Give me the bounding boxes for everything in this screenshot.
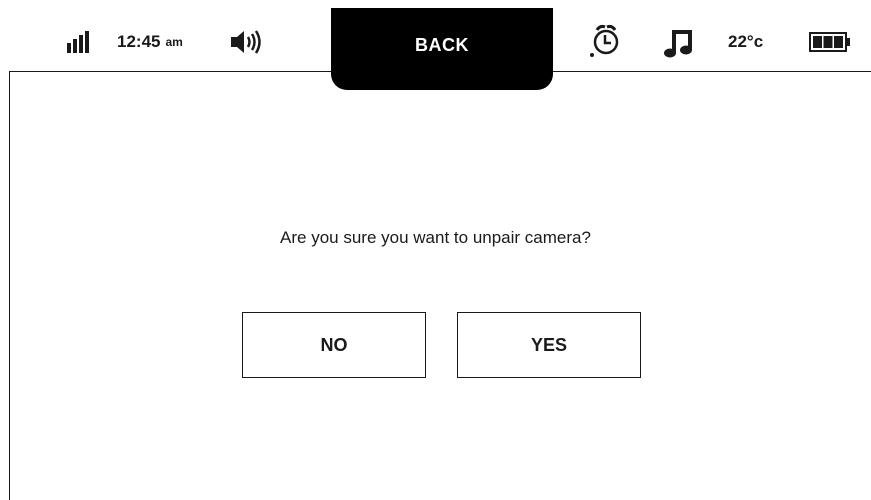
no-button[interactable]: NO <box>242 312 426 378</box>
clock-time: 12:45 am <box>117 32 183 52</box>
yes-button[interactable]: YES <box>457 312 641 378</box>
no-button-label: NO <box>320 334 348 355</box>
status-bar: 12:45 am BACK 22°c <box>9 8 871 90</box>
speaker-icon[interactable] <box>229 29 265 55</box>
alarm-clock-icon[interactable] <box>587 24 625 60</box>
battery-full-icon <box>809 32 851 52</box>
unpair-confirmation-text: Are you sure you want to unpair camera? <box>280 228 591 247</box>
temperature-readout: 22°c <box>728 32 764 51</box>
back-button-label: BACK <box>415 35 469 55</box>
clock-ampm: am <box>165 35 183 49</box>
music-note-icon[interactable] <box>663 27 695 59</box>
yes-button-label: YES <box>530 334 568 355</box>
signal-bars-icon <box>66 31 92 53</box>
back-button[interactable]: BACK <box>331 8 553 90</box>
clock-time-value: 12:45 <box>117 32 161 51</box>
